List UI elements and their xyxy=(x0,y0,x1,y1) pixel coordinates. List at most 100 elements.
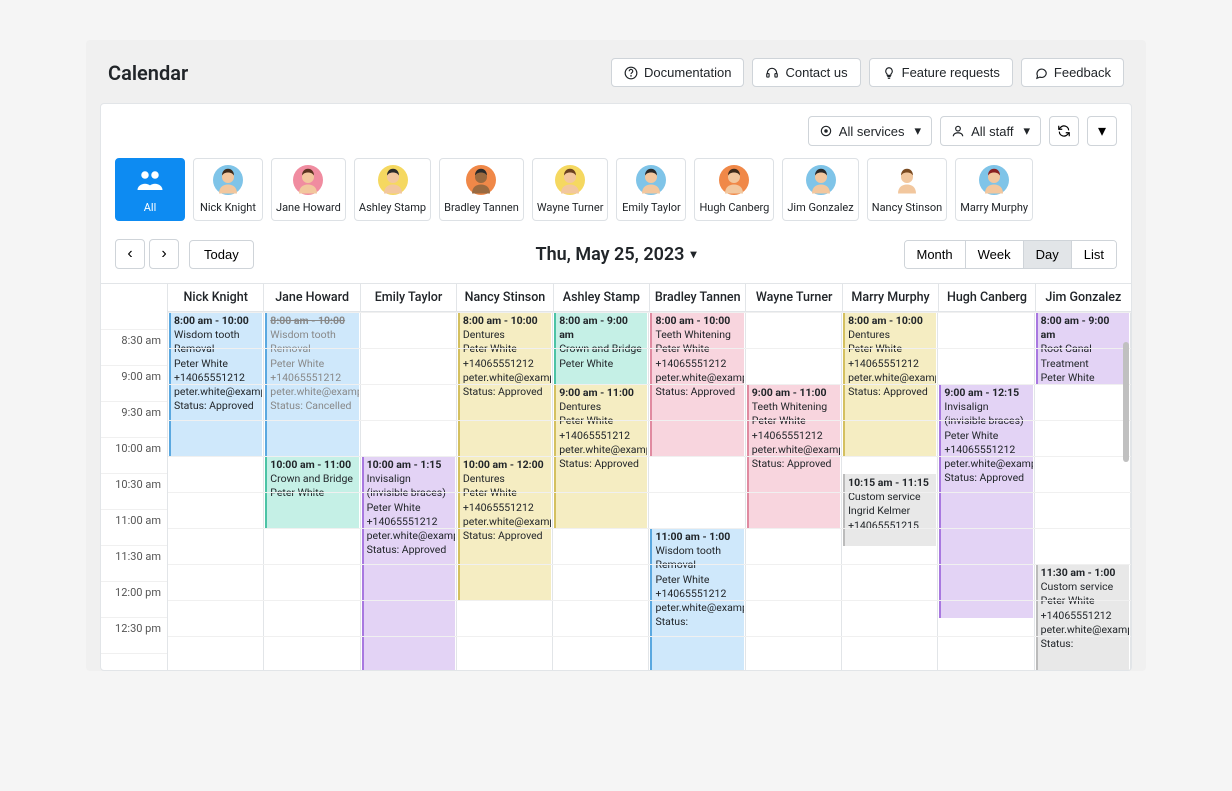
time-slot-label: 8:30 am xyxy=(101,330,167,366)
next-day-button[interactable]: › xyxy=(149,239,179,269)
event-time: 8:00 am - 10:00 xyxy=(848,314,933,328)
event-title: Dentures xyxy=(848,328,890,341)
avatar-icon xyxy=(466,165,496,195)
staff-card[interactable]: Emily Taylor xyxy=(616,158,686,221)
staff-card-label: Hugh Canberg xyxy=(699,201,769,214)
prev-day-button[interactable]: ‹ xyxy=(115,239,145,269)
view-week[interactable]: Week xyxy=(966,241,1024,268)
calendar-body[interactable]: 8:30 am9:00 am9:30 am10:00 am10:30 am11:… xyxy=(101,312,1131,670)
staff-card-label: Ashley Stamp xyxy=(359,201,426,214)
staff-card-label: Jane Howard xyxy=(276,201,341,214)
current-date[interactable]: Thu, May 25, 2023 ▾ xyxy=(536,244,697,265)
event-column[interactable]: 8:00 am - 10:00Teeth WhiteningPeter Whit… xyxy=(649,312,745,670)
refresh-icon xyxy=(1057,124,1071,138)
event-column[interactable]: 9:00 am - 11:00Teeth WhiteningPeter Whit… xyxy=(746,312,842,670)
avatar-icon xyxy=(636,165,666,195)
staff-card-all[interactable]: All xyxy=(115,158,185,221)
chevron-right-icon: › xyxy=(161,245,166,263)
staff-card[interactable]: Jim Gonzalez xyxy=(782,158,858,221)
avatar-icon xyxy=(213,165,243,195)
date-controls: ‹ › Today Thu, May 25, 2023 ▾ Month Week… xyxy=(101,231,1131,283)
contact-us-button[interactable]: Contact us xyxy=(752,58,860,87)
event-title: Teeth Whitening xyxy=(655,328,730,341)
event-phone: +14065551212 xyxy=(944,443,1015,456)
staff-card-label: Jim Gonzalez xyxy=(787,201,853,214)
event-column[interactable]: 10:00 am - 1:15Invisalign (invisible bra… xyxy=(361,312,457,670)
staff-card-label: All xyxy=(144,201,157,214)
event-column[interactable]: 8:00 am - 10:00DenturesPeter White+14065… xyxy=(457,312,553,670)
event-title: Custom service xyxy=(1041,580,1114,593)
calendar-event[interactable]: 10:15 am - 11:15Custom serviceIngrid Kel… xyxy=(843,474,936,546)
target-icon xyxy=(819,124,833,138)
event-column[interactable]: 8:00 am - 9:00 amRoot Canal TreatmentPet… xyxy=(1035,312,1131,670)
more-options-button[interactable]: ▾ xyxy=(1087,116,1117,146)
avatar-icon xyxy=(293,165,323,195)
feedback-button[interactable]: Feedback xyxy=(1021,58,1124,87)
header: Calendar Documentation Contact us Featur… xyxy=(86,40,1146,103)
staff-card[interactable]: Wayne Turner xyxy=(532,158,609,221)
feature-requests-button[interactable]: Feature requests xyxy=(869,58,1013,87)
event-phone: +14065551212 xyxy=(752,429,823,442)
event-email: peter.white@example.com xyxy=(655,371,743,384)
column-header: Jane Howard xyxy=(264,284,360,312)
event-time: 8:00 am - 10:00 xyxy=(463,314,548,328)
event-time: 8:00 am - 9:00 am xyxy=(559,314,644,342)
staff-card[interactable]: Marry Murphy xyxy=(955,158,1033,221)
time-slot-label: 12:30 pm xyxy=(101,618,167,654)
calendar-event[interactable]: 10:00 am - 1:15Invisalign (invisible bra… xyxy=(362,456,455,670)
event-title: Dentures xyxy=(463,328,505,341)
event-time: 10:00 am - 12:00 xyxy=(463,458,548,472)
event-email: peter.white@example.com xyxy=(367,529,455,542)
services-filter[interactable]: All services▾ xyxy=(808,116,932,146)
staff-card[interactable]: Bradley Tannen xyxy=(439,158,524,221)
staff-card-label: Marry Murphy xyxy=(960,201,1028,214)
staff-filter[interactable]: All staff▾ xyxy=(940,116,1041,146)
staff-selector-row: All Nick Knight Jane Howard Ashley Stamp Bra… xyxy=(101,146,1131,231)
event-status: Status: Approved xyxy=(174,399,254,412)
event-phone: +14065551212 xyxy=(463,501,534,514)
event-title: Invisalign (invisible braces) xyxy=(944,400,1023,427)
view-list[interactable]: List xyxy=(1072,241,1116,268)
event-column[interactable]: 8:00 am - 10:00Wisdom tooth RemovalPeter… xyxy=(168,312,264,670)
today-button[interactable]: Today xyxy=(189,240,254,269)
event-phone: +14065551212 xyxy=(848,357,919,370)
time-slot-label: 9:00 am xyxy=(101,366,167,402)
event-status: Status: xyxy=(1041,637,1074,650)
documentation-button[interactable]: Documentation xyxy=(611,58,744,87)
chevron-down-icon: ▾ xyxy=(1023,123,1030,139)
event-column[interactable]: 8:00 am - 9:00 amCrown and BridgePeter W… xyxy=(553,312,649,670)
column-header: Bradley Tannen xyxy=(650,284,746,312)
event-column[interactable]: 9:00 am - 12:15Invisalign (invisible bra… xyxy=(938,312,1034,670)
refresh-button[interactable] xyxy=(1049,116,1079,146)
staff-card-label: Nick Knight xyxy=(200,201,256,214)
event-email: peter.white@example.com xyxy=(655,601,743,614)
event-time: 10:00 am - 1:15 xyxy=(367,458,452,472)
calendar-column-headers: Nick KnightJane HowardEmily TaylorNancy … xyxy=(101,284,1131,312)
staff-card[interactable]: Jane Howard xyxy=(271,158,346,221)
calendar-event[interactable]: 11:30 am - 1:00Custom servicePeter White… xyxy=(1036,564,1129,670)
staff-card[interactable]: Nick Knight xyxy=(193,158,263,221)
event-email: peter.white@example.com xyxy=(752,443,840,456)
staff-card[interactable]: Hugh Canberg xyxy=(694,158,774,221)
event-phone: +14065551212 xyxy=(655,357,726,370)
calendar-event[interactable]: 11:00 am - 1:00Wisdom tooth RemovalPeter… xyxy=(650,528,743,670)
event-email: peter.white@example.com xyxy=(463,371,551,384)
view-month[interactable]: Month xyxy=(905,241,966,268)
event-person: Peter White xyxy=(1041,371,1095,384)
view-switcher: Month Week Day List xyxy=(904,240,1118,269)
headset-icon xyxy=(765,66,779,80)
event-column[interactable]: 8:00 am - 10:00DenturesPeter White+14065… xyxy=(842,312,938,670)
time-slot-label: 9:30 am xyxy=(101,402,167,438)
scrollbar-indicator[interactable] xyxy=(1123,342,1129,462)
header-buttons: Documentation Contact us Feature request… xyxy=(611,58,1124,87)
staff-card[interactable]: Nancy Stinson xyxy=(867,158,948,221)
column-header: Marry Murphy xyxy=(843,284,939,312)
event-phone: +14065551212 xyxy=(367,515,438,528)
staff-card[interactable]: Ashley Stamp xyxy=(354,158,431,221)
view-day[interactable]: Day xyxy=(1024,241,1072,268)
help-icon xyxy=(624,66,638,80)
event-phone: +14065551212 xyxy=(1041,609,1112,622)
event-status: Status: Approved xyxy=(752,457,832,470)
event-column[interactable]: 8:00 am - 10:00Wisdom tooth RemovalPeter… xyxy=(264,312,360,670)
time-slot-label: 10:00 am xyxy=(101,438,167,474)
